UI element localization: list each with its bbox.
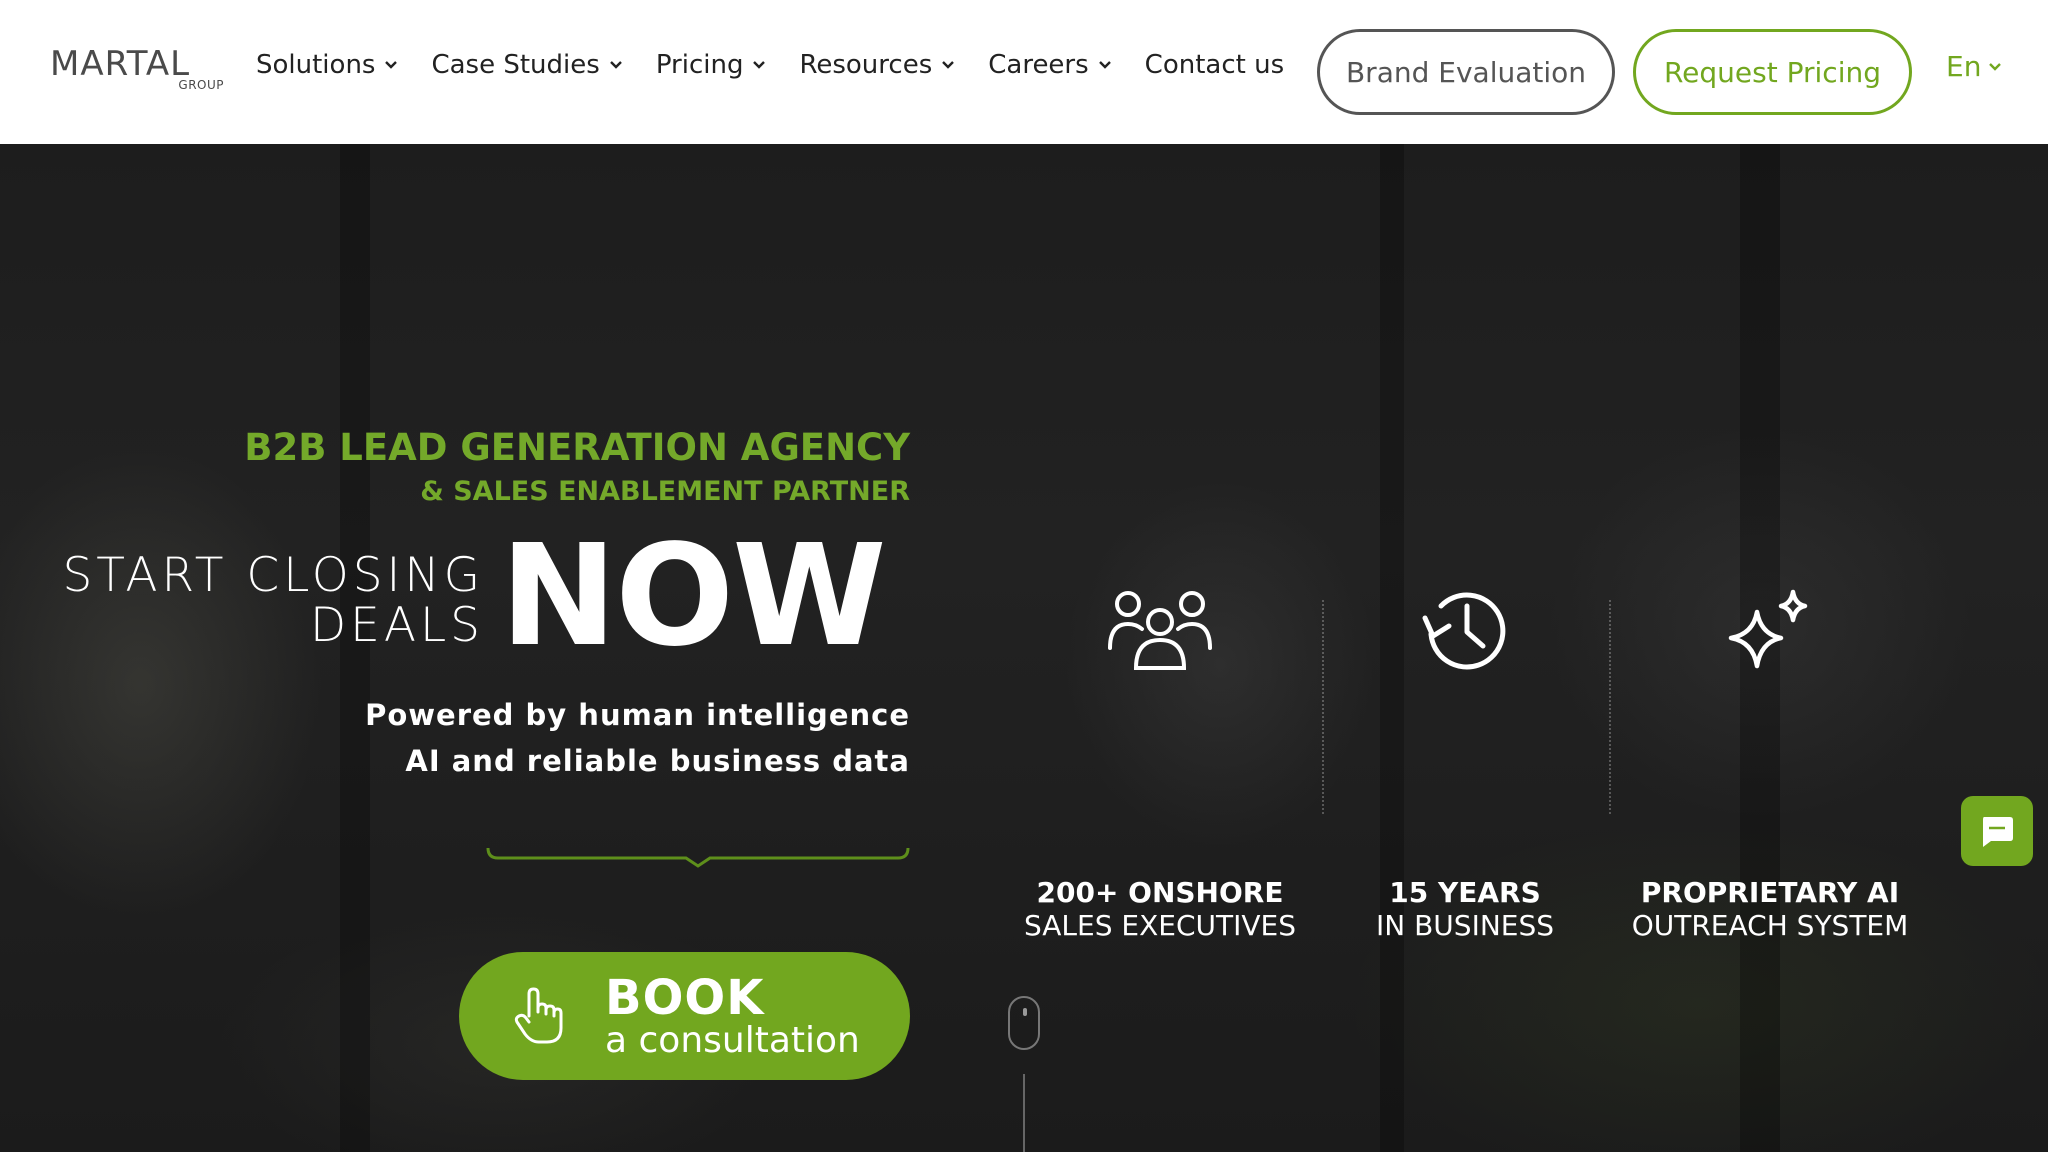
chat-button[interactable] [1961,796,2033,866]
stat-value: 15 YEARS [1389,876,1541,909]
main-nav: Solutions Case Studies Pricing Resources… [256,50,1284,80]
chevron-down-icon [942,61,955,69]
stat-years: 15 YEARS IN BUSINESS [1345,588,1585,942]
brand-evaluation-button[interactable]: Brand Evaluation [1317,29,1615,115]
nav-item-contact-us[interactable]: Contact us [1145,50,1284,80]
powered-line-2: AI and reliable business data [405,744,910,778]
headline-now: NOW [500,515,887,678]
nav-label: Pricing [655,50,744,80]
book-consultation-button[interactable]: BOOK a consultation [459,952,910,1080]
nav-label: Case Studies [431,50,600,80]
headline-line-2: DEALS [309,598,484,653]
sparkles-icon [1728,589,1808,669]
stat-value: 200+ ONSHORE [1036,876,1284,909]
stat-caption: SALES EXECUTIVES [1023,909,1296,942]
chevron-down-icon [609,61,622,69]
scroll-indicator-icon[interactable] [1008,996,1040,1050]
chevron-down-icon [1989,62,2002,71]
headline-line-1: START CLOSING [62,548,484,603]
logo[interactable]: MARTAL GROUP [50,44,230,98]
nav-item-case-studies[interactable]: Case Studies [431,50,623,80]
nav-label: Careers [988,50,1089,80]
powered-line-1: Powered by human intelligence [365,698,910,732]
stat-value: PROPRIETARY AI [1640,876,1900,909]
chevron-down-icon [1098,61,1111,69]
pointer-hand-icon [514,987,563,1044]
decorative-divider [486,847,910,868]
nav-label: Contact us [1144,50,1285,80]
nav-item-solutions[interactable]: Solutions [256,50,399,80]
nav-label: Solutions [256,50,376,80]
hero-section: B2B LEAD GENERATION AGENCY & SALES ENABL… [0,144,2048,1152]
history-clock-icon [1422,592,1506,670]
team-icon [1108,591,1212,670]
chevron-down-icon [385,61,398,69]
hero-tagline-sub: & SALES ENABLEMENT PARTNER [420,476,910,507]
stat-sales-executives: 200+ ONSHORE SALES EXECUTIVES [1010,588,1310,942]
language-selector[interactable]: En [1946,50,2003,83]
stat-caption: IN BUSINESS [1375,909,1555,942]
chat-bubble-icon [1983,817,2013,847]
logo-subtitle: GROUP [178,78,224,92]
stat-caption: OUTREACH SYSTEM [1631,909,1909,942]
stat-separator [1322,600,1324,814]
scroll-indicator-line [1023,1074,1025,1152]
nav-item-careers[interactable]: Careers [988,50,1112,80]
consultation-label: a consultation [605,1020,860,1061]
book-label: BOOK [605,970,765,1026]
language-label: En [1946,50,1982,83]
site-header: MARTAL GROUP Solutions Case Studies Pric… [0,0,2048,144]
nav-label: Resources [799,50,933,80]
stat-ai-outreach: PROPRIETARY AI OUTREACH SYSTEM [1610,588,1930,942]
nav-item-pricing[interactable]: Pricing [656,50,768,80]
hero-tagline: B2B LEAD GENERATION AGENCY [244,426,910,469]
chevron-down-icon [753,61,766,69]
request-pricing-button[interactable]: Request Pricing [1633,29,1912,115]
nav-item-resources[interactable]: Resources [799,50,956,80]
scroll-wheel [1023,1008,1027,1016]
